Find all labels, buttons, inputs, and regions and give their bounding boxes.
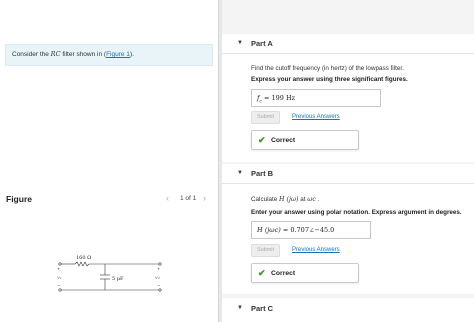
intro-rc: RC	[50, 50, 61, 58]
output-plus: +	[157, 266, 160, 271]
part-b-question: Calculate H (jω) at ωc .	[251, 196, 319, 203]
figure-prev-icon[interactable]: ‹	[166, 193, 169, 203]
resistor-symbol	[74, 261, 90, 267]
questions-pane: ▼ Part A Find the cutoff frequency (in h…	[222, 0, 474, 322]
collapse-caret-icon: ▼	[237, 170, 243, 176]
check-icon: ✔	[258, 135, 266, 145]
intro-suffix: ).	[129, 51, 134, 58]
part-a-title: Part A	[251, 39, 273, 48]
figure-next-icon[interactable]: ›	[203, 193, 206, 203]
answer-lhs: H (jωc)	[257, 226, 281, 234]
capacitor-label: 5 μF	[112, 276, 124, 282]
figure-link[interactable]: Figure 1	[106, 51, 130, 58]
part-b-header[interactable]: ▼ Part B	[222, 164, 474, 184]
check-icon: ✔	[258, 268, 266, 278]
part-a-body: Find the cutoff frequency (in hertz) of …	[222, 54, 474, 162]
part-a-question: Find the cutoff frequency (in hertz) of …	[251, 65, 404, 72]
problem-intro: Consider the RC filter shown in (Figure …	[5, 44, 213, 66]
part-a-result-label: Correct	[271, 137, 296, 144]
figure-header: Figure ‹ 1 of 1 ›	[0, 190, 218, 210]
figure-counter: 1 of 1	[180, 195, 197, 202]
part-a-submit-button[interactable]: Submit	[251, 111, 280, 124]
part-a-instruction: Express your answer using three signific…	[251, 76, 408, 83]
part-c-header[interactable]: ▼ Part C	[222, 298, 474, 322]
collapse-caret-icon: ▼	[237, 40, 243, 46]
input-minus: −	[57, 283, 60, 288]
answer-value: = 0.707∠−45.0	[280, 226, 335, 234]
input-voltage-label: v₁	[57, 275, 62, 281]
rc-circuit-diagram: 160 Ω 5 μF + v₁ − + v₂ −	[57, 255, 162, 292]
part-b-submit-button[interactable]: Submit	[251, 244, 280, 257]
part-b-title: Part B	[251, 169, 274, 178]
answer-value: = 199	[261, 94, 286, 102]
part-b-question-math: H (jω)	[279, 196, 299, 203]
part-a-answer-field[interactable]: fc = 199 Hz	[251, 89, 381, 107]
collapse-caret-icon: ▼	[237, 305, 243, 311]
part-b-question-mid: at	[298, 196, 308, 203]
figure-title: Figure	[6, 194, 32, 204]
intro-prefix: Consider the	[12, 51, 51, 58]
output-voltage-label: v₂	[155, 275, 160, 281]
answer-unit: Hz	[286, 94, 296, 102]
intro-middle: filter shown in (	[60, 51, 107, 58]
part-a-header[interactable]: ▼ Part A	[222, 34, 474, 54]
figure-pane: Consider the RC filter shown in (Figure …	[0, 0, 218, 322]
resistor-label: 160 Ω	[76, 255, 91, 261]
output-minus: −	[157, 283, 160, 288]
part-b-result-label: Correct	[271, 270, 296, 277]
part-c-title: Part C	[251, 304, 274, 313]
part-b-result-box: ✔ Correct	[251, 263, 359, 283]
part-b-question-math2: ωc	[307, 196, 316, 203]
part-b-question-suffix: .	[315, 196, 320, 203]
part-b-instruction: Enter your answer using polar notation. …	[251, 209, 462, 216]
part-b-body: Calculate H (jω) at ωc . Enter your answ…	[222, 184, 474, 294]
input-plus: +	[57, 266, 60, 271]
part-a-previous-answers-link[interactable]: Previous Answers	[292, 114, 340, 120]
part-a-result-box: ✔ Correct	[251, 130, 359, 150]
part-b-previous-answers-link[interactable]: Previous Answers	[292, 247, 340, 253]
part-b-question-prefix: Calculate	[251, 196, 280, 203]
part-b-answer-field[interactable]: H (jωc) = 0.707∠−45.0	[251, 221, 371, 239]
